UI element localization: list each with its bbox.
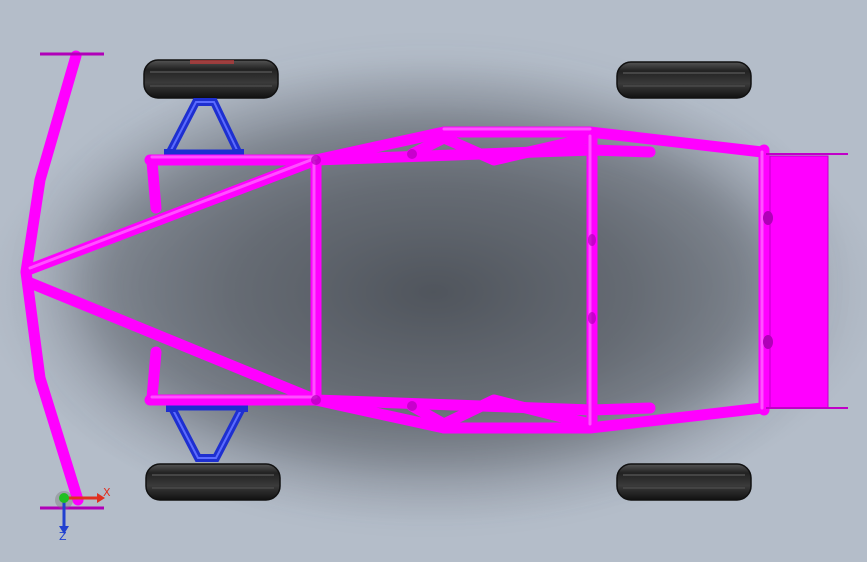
front-left-a-arm [164, 98, 244, 161]
coordinate-triad-icon [55, 491, 105, 534]
chassis-model[interactable] [0, 0, 867, 562]
cad-graphics-viewport[interactable]: X Z [0, 0, 867, 562]
front-right-tire[interactable] [145, 463, 281, 501]
rear-plate[interactable] [763, 153, 848, 409]
rear-left-tire[interactable] [616, 61, 752, 99]
triad-z-label: Z [59, 530, 67, 543]
triad-x-label: X [103, 486, 111, 499]
front-left-tire[interactable] [143, 59, 279, 99]
rear-right-tire[interactable] [616, 463, 752, 501]
front-hoop-tube [20, 50, 84, 506]
